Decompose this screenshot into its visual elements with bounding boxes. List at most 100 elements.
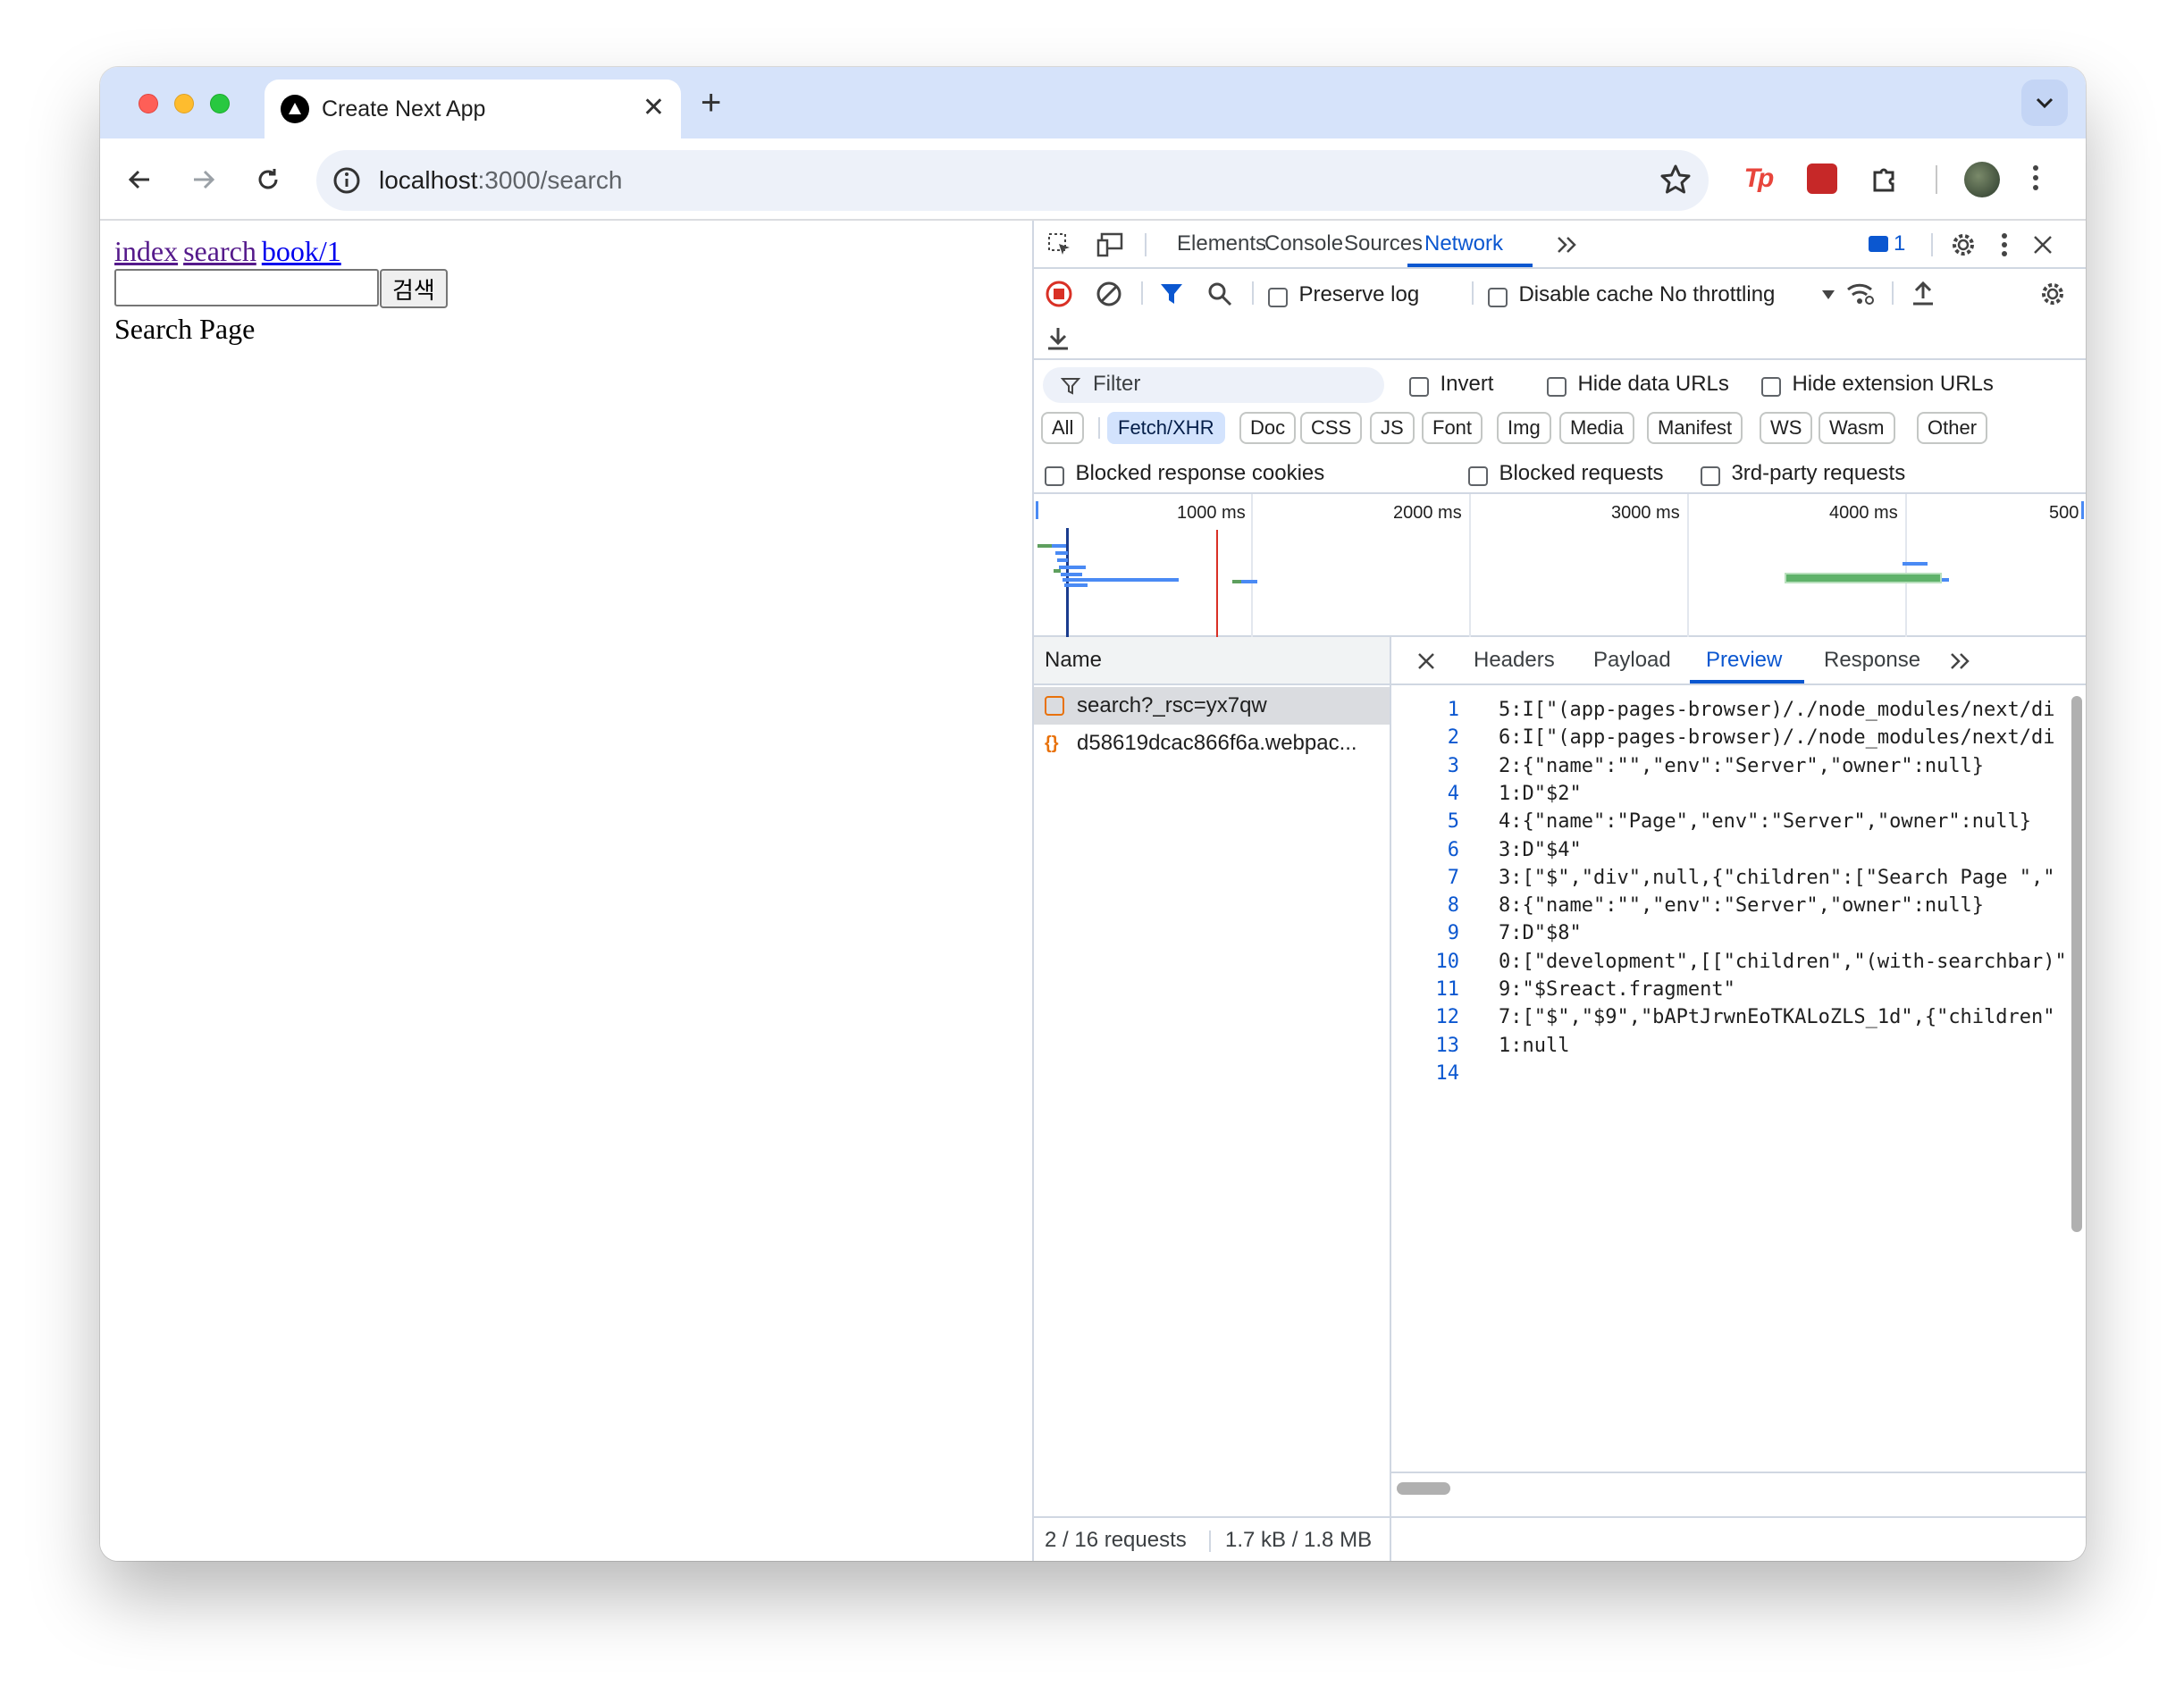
horizontal-scrollbar[interactable] — [1397, 1482, 1450, 1495]
issues-badge[interactable]: 1 — [1869, 231, 1905, 256]
line-content: 7:["$","$9","bAPtJrwnEoTKALoZLS_1d",{"ch… — [1499, 1006, 2055, 1029]
throttling-select[interactable]: No throttling — [1659, 281, 1835, 308]
type-all[interactable]: All — [1041, 412, 1085, 444]
line-number: 10 — [1435, 950, 1460, 973]
transfer-size: 1.7 kB / 1.8 MB — [1225, 1528, 1373, 1552]
type-js[interactable]: JS — [1370, 412, 1415, 444]
more-detail-tabs-chevron-icon[interactable] — [1947, 650, 1974, 673]
blocked-requests-checkbox[interactable]: Blocked requests — [1468, 460, 1664, 487]
search-input[interactable] — [114, 269, 379, 306]
forward-button[interactable] — [182, 158, 225, 201]
detail-tab-payload[interactable]: Payload — [1593, 648, 1671, 673]
requests-header[interactable]: Name — [1034, 637, 1390, 685]
invert-checkbox[interactable]: Invert — [1409, 371, 1493, 398]
export-har-icon[interactable] — [1045, 324, 1071, 353]
close-detail-icon[interactable] — [1415, 650, 1438, 673]
invert-label: Invert — [1440, 372, 1494, 396]
hide-data-urls-checkbox[interactable]: Hide data URLs — [1547, 371, 1729, 398]
network-overview-timeline[interactable]: 1000 ms 2000 ms 3000 ms 4000 ms 500 — [1034, 494, 2086, 637]
close-window-button[interactable] — [139, 94, 158, 113]
type-ws[interactable]: WS — [1760, 412, 1813, 444]
vertical-scrollbar[interactable] — [2071, 696, 2082, 1232]
browser-tab[interactable]: Create Next App ✕ — [265, 80, 681, 138]
search-button[interactable]: 검색 — [380, 269, 448, 308]
site-info-icon[interactable] — [331, 164, 363, 197]
detail-tab-headers[interactable]: Headers — [1474, 648, 1555, 673]
bookmark-star-icon[interactable] — [1659, 163, 1693, 197]
network-status-bar: 2 / 16 requests 1.7 kB / 1.8 MB — [1034, 1516, 1391, 1561]
type-manifest[interactable]: Manifest — [1647, 412, 1743, 444]
react-devtools-extension-icon[interactable] — [1803, 160, 1841, 197]
detail-tab-preview[interactable]: Preview — [1706, 648, 1782, 673]
reload-button[interactable] — [247, 158, 290, 201]
hide-extension-urls-check[interactable] — [1761, 376, 1781, 397]
type-css[interactable]: CSS — [1300, 412, 1363, 444]
preserve-log-checkbox[interactable]: Preserve log — [1268, 281, 1419, 308]
type-media[interactable]: Media — [1559, 412, 1634, 444]
tab-search-button[interactable] — [2021, 80, 2068, 126]
request-name: d58619dcac866f6a.webpac... — [1077, 731, 1357, 755]
request-row[interactable]: {} d58619dcac866f6a.webpac... — [1034, 725, 1390, 762]
inspect-element-icon[interactable] — [1046, 231, 1073, 258]
third-party-checkbox[interactable]: 3rd-party requests — [1701, 460, 1905, 487]
link-index[interactable]: index — [114, 235, 178, 267]
import-har-icon[interactable] — [1910, 280, 1936, 308]
link-book-1[interactable]: book/1 — [262, 235, 341, 267]
search-icon[interactable] — [1205, 280, 1234, 308]
minimize-window-button[interactable] — [174, 94, 194, 113]
devtools-menu-icon[interactable] — [1999, 231, 2010, 258]
type-wasm[interactable]: Wasm — [1819, 412, 1895, 444]
new-tab-button[interactable]: + — [701, 85, 721, 121]
maximize-window-button[interactable] — [210, 94, 230, 113]
clear-icon[interactable] — [1095, 280, 1123, 308]
filter-funnel-icon[interactable] — [1157, 280, 1186, 308]
tab-network[interactable]: Network — [1424, 230, 1503, 258]
blocked-cookies-checkbox[interactable]: Blocked response cookies — [1045, 460, 1324, 487]
network-conditions-icon[interactable] — [1845, 280, 1876, 308]
third-party-check[interactable] — [1701, 465, 1720, 486]
invert-check[interactable] — [1409, 376, 1429, 397]
device-toolbar-icon[interactable] — [1096, 231, 1127, 258]
tab-elements[interactable]: Elements — [1177, 230, 1266, 258]
timeline-bar — [1903, 562, 1928, 566]
preview-code-view[interactable]: 1 5:I["(app-pages-browser)/./node_modules… — [1391, 685, 2064, 1472]
profile-avatar[interactable] — [1964, 162, 2000, 197]
tp-extension-icon[interactable]: Tp — [1739, 160, 1777, 197]
detail-tab-response[interactable]: Response — [1824, 648, 1920, 673]
extensions-puzzle-icon[interactable] — [1866, 160, 1903, 197]
type-doc[interactable]: Doc — [1239, 412, 1297, 444]
disable-cache-check[interactable] — [1488, 287, 1508, 307]
toolbar-divider — [1141, 281, 1143, 305]
line-number: 9 — [1447, 922, 1459, 945]
back-button[interactable] — [118, 158, 161, 201]
link-search[interactable]: search — [183, 235, 256, 267]
close-devtools-icon[interactable] — [2029, 231, 2056, 258]
filter-input[interactable]: Filter — [1043, 367, 1384, 403]
more-tabs-chevron-icon[interactable] — [1554, 231, 1581, 258]
record-stop-icon[interactable] — [1045, 280, 1073, 308]
disable-cache-checkbox[interactable]: Disable cache — [1488, 281, 1653, 308]
type-img[interactable]: Img — [1497, 412, 1551, 444]
url-text: localhost:3000/search — [379, 165, 622, 196]
hide-data-urls-check[interactable] — [1547, 376, 1567, 397]
blocked-cookies-check[interactable] — [1045, 465, 1064, 486]
type-fetch-xhr[interactable]: Fetch/XHR — [1107, 412, 1225, 444]
timeline-right-handle[interactable] — [2081, 501, 2084, 519]
tab-close-icon[interactable]: ✕ — [643, 92, 665, 124]
timeline-left-handle[interactable] — [1036, 501, 1038, 519]
request-row[interactable]: search?_rsc=yx7qw — [1034, 687, 1390, 725]
type-font[interactable]: Font — [1422, 412, 1483, 444]
blocked-requests-check[interactable] — [1468, 465, 1488, 486]
nav-links: index search book/1 — [114, 235, 347, 267]
settings-gear-icon[interactable] — [1949, 231, 1978, 259]
address-bar[interactable]: localhost:3000/search — [316, 150, 1709, 211]
arrow-left-icon — [128, 170, 149, 189]
hide-extension-urls-checkbox[interactable]: Hide extension URLs — [1761, 371, 1994, 398]
network-settings-gear-icon[interactable] — [2038, 280, 2067, 308]
browser-menu-icon[interactable] — [2032, 165, 2039, 196]
type-other[interactable]: Other — [1917, 412, 1988, 444]
tab-sources[interactable]: Sources — [1344, 230, 1423, 258]
preserve-log-check[interactable] — [1268, 287, 1288, 307]
tab-console[interactable]: Console — [1264, 230, 1343, 258]
timeline-bar — [1063, 578, 1179, 582]
